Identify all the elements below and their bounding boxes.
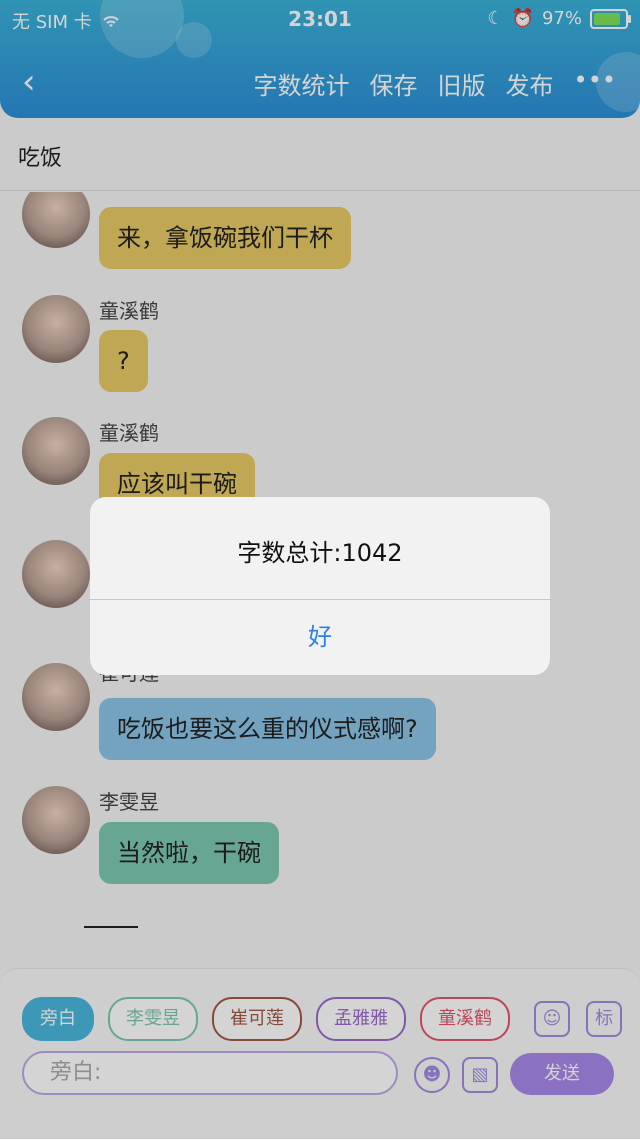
word-count-alert: 字数总计:1042 好 <box>90 497 550 675</box>
alert-message: 字数总计:1042 <box>237 539 403 567</box>
alert-ok-button[interactable]: 好 <box>90 599 550 675</box>
